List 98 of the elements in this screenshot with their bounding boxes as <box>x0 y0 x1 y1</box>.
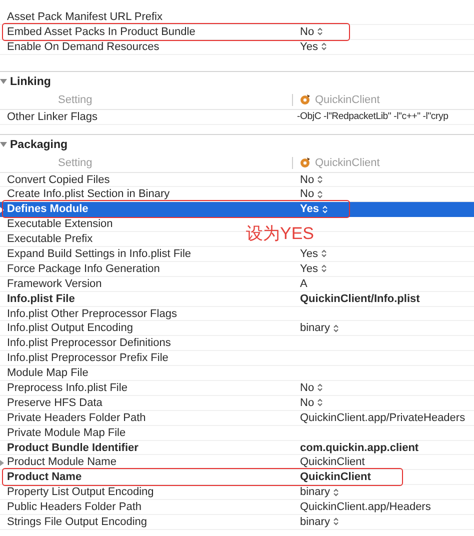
setting-row[interactable]: Public Headers Folder Path QuickinClient.app/Headers <box>0 500 474 516</box>
disclosure-triangle-icon[interactable] <box>0 141 7 148</box>
setting-label: Product Module Name <box>0 456 116 468</box>
setting-row[interactable]: Info.plist Output Encoding binary <box>0 321 474 336</box>
stepper-icon <box>322 204 328 214</box>
stepper-icon <box>317 398 324 408</box>
setting-row[interactable]: Info.plist Other Preprocessor Flags <box>0 306 474 322</box>
section-name: Packaging <box>10 138 68 151</box>
disclosure-triangle-icon[interactable] <box>0 78 7 86</box>
setting-label: Info.plist Preprocessor Definitions <box>6 337 171 350</box>
stepper-icon <box>332 324 339 333</box>
section-name: Linking <box>10 76 51 88</box>
column-header: Setting <box>57 94 94 106</box>
setting-value: com.quickin.app.client <box>300 442 419 454</box>
setting-label: Strings File Output Encoding <box>6 516 148 528</box>
target-app-icon <box>299 157 311 168</box>
setting-row[interactable]: Defines Module Yes <box>0 202 474 218</box>
stepper-icon <box>317 383 324 392</box>
setting-label: Product Name <box>6 471 82 484</box>
setting-label: Defines Module <box>0 203 88 216</box>
setting-row[interactable]: Other Linker Flags -ObjC -l"RedpacketLib" -l"c++" -l"cryp <box>0 110 474 125</box>
setting-value[interactable]: No <box>300 396 314 409</box>
section-title[interactable]: Linking <box>0 72 474 91</box>
setting-row[interactable]: Private Headers Folder Path QuickinClient.app/PrivateHeaders <box>0 410 474 426</box>
stepper-icon <box>332 517 339 526</box>
setting-value: -ObjC -l"RedpacketLib" -l"c++" -l"cryp <box>297 111 448 122</box>
setting-label: Module Map File <box>6 367 88 380</box>
stepper-icon <box>317 27 324 36</box>
setting-label: Info.plist Preprocessor Prefix File <box>6 352 168 364</box>
setting-row[interactable]: Preprocess Info.plist File No <box>0 381 474 396</box>
stepper-icon <box>320 249 327 258</box>
stepper-icon <box>317 175 324 184</box>
disclosure-triangle-icon[interactable] <box>0 460 4 466</box>
setting-value[interactable]: Yes <box>300 203 319 216</box>
setting-value[interactable]: No <box>300 188 314 200</box>
setting-value[interactable]: No <box>300 26 314 38</box>
setting-label: Other Linker Flags <box>6 110 98 123</box>
setting-label: Executable Extension <box>6 218 113 230</box>
column-header: QuickinClient <box>315 94 380 106</box>
setting-label: Convert Copied Files <box>6 174 110 186</box>
setting-label: Private Headers Folder Path <box>6 412 146 424</box>
setting-row[interactable]: Preserve HFS Data No <box>0 396 474 411</box>
setting-row[interactable]: Product Module Name QuickinClient <box>0 455 474 470</box>
setting-value: QuickinClient/Info.plist <box>300 292 420 305</box>
setting-row[interactable]: Property List Output Encoding binary <box>0 485 474 500</box>
setting-row[interactable]: Embed Asset Packs In Product Bundle No <box>0 24 474 40</box>
setting-row[interactable]: Product Name QuickinClient <box>0 470 474 486</box>
setting-value[interactable]: Yes <box>300 40 318 53</box>
setting-row[interactable]: Product Bundle Identifier com.quickin.app.client <box>0 440 474 456</box>
setting-label: Framework Version <box>6 278 102 290</box>
setting-value[interactable]: Yes <box>300 248 318 260</box>
setting-row[interactable]: Convert Copied Files No <box>0 172 474 188</box>
setting-label: Info.plist Other Preprocessor Flags <box>6 308 177 320</box>
setting-row[interactable]: Expand Build Settings in Info.plist File Yes <box>0 247 474 262</box>
setting-label: Preprocess Info.plist File <box>6 382 128 394</box>
stepper-icon <box>332 488 339 497</box>
setting-label: Preserve HFS Data <box>6 396 102 409</box>
setting-value: QuickinClient.app/Headers <box>300 501 431 514</box>
setting-label: Create Info.plist Section in Binary <box>6 188 170 200</box>
setting-label: Public Headers Folder Path <box>6 501 142 514</box>
setting-value[interactable]: binary <box>300 516 330 528</box>
setting-value[interactable]: binary <box>300 486 330 498</box>
setting-label: Private Module Map File <box>6 426 126 439</box>
setting-row[interactable]: Framework Version A <box>0 276 474 292</box>
setting-row[interactable]: Asset Pack Manifest URL Prefix <box>0 10 474 25</box>
column-header: Setting <box>57 156 94 169</box>
setting-value[interactable]: No <box>300 174 314 186</box>
setting-value: QuickinClient <box>300 456 365 468</box>
section-title[interactable]: Packaging <box>0 136 474 154</box>
setting-label: Asset Pack Manifest URL Prefix <box>6 10 162 23</box>
setting-label: Product Bundle Identifier <box>6 442 138 454</box>
setting-label: Info.plist File <box>6 292 75 305</box>
setting-label: Embed Asset Packs In Product Bundle <box>6 26 196 38</box>
setting-value[interactable]: No <box>300 382 314 394</box>
column-header: QuickinClient <box>315 156 380 169</box>
setting-label: Enable On Demand Resources <box>6 40 160 53</box>
setting-label: Force Package Info Generation <box>6 262 160 275</box>
setting-value: QuickinClient.app/PrivateHeaders <box>300 412 466 424</box>
setting-row[interactable]: Info.plist File QuickinClient/Info.plist <box>0 292 474 307</box>
stepper-icon <box>320 42 327 52</box>
setting-row[interactable]: Info.plist Preprocessor Definitions <box>0 336 474 352</box>
setting-label: Expand Build Settings in Info.plist File <box>6 248 192 260</box>
setting-row[interactable]: Private Module Map File <box>0 426 474 441</box>
setting-row[interactable]: Strings File Output Encoding binary <box>0 515 474 530</box>
setting-label: Executable Prefix <box>6 233 93 246</box>
stepper-icon <box>320 264 327 274</box>
stepper-icon <box>317 190 324 199</box>
setting-label: Property List Output Encoding <box>6 486 154 498</box>
setting-label: Info.plist Output Encoding <box>6 322 133 334</box>
setting-value: A <box>300 278 308 290</box>
setting-value: QuickinClient <box>300 471 371 484</box>
setting-value[interactable]: Yes <box>300 262 318 275</box>
setting-row[interactable]: Info.plist Preprocessor Prefix File <box>0 351 474 366</box>
setting-row[interactable]: Enable On Demand Resources Yes <box>0 40 474 55</box>
target-app-icon <box>299 94 311 106</box>
setting-row[interactable]: Module Map File <box>0 366 474 382</box>
setting-row[interactable]: Force Package Info Generation Yes <box>0 262 474 277</box>
setting-value[interactable]: binary <box>300 322 330 334</box>
